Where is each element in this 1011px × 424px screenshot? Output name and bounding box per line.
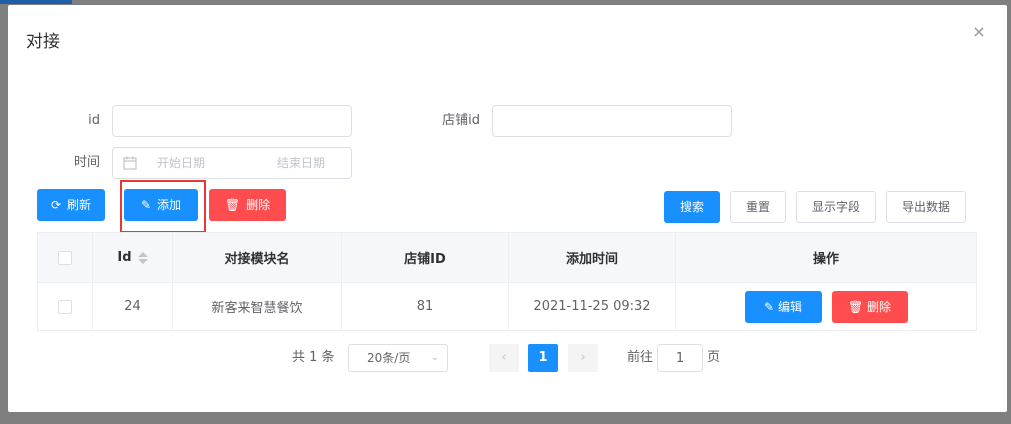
- end-date-input[interactable]: 结束日期: [277, 148, 325, 178]
- select-all-checkbox[interactable]: [58, 250, 72, 265]
- dialog: 对接 × id 店铺id 时间 开始日期 结束日期 ⟳ 刷新 ✎ 添加 🗑 删除 搜索…: [8, 5, 1007, 412]
- row-delete-button[interactable]: 🗑 删除: [831, 290, 908, 323]
- close-icon[interactable]: ×: [970, 23, 988, 41]
- export-button[interactable]: 导出数据: [886, 191, 966, 223]
- total-count: 共 1 条: [292, 350, 335, 365]
- dialog-title: 对接: [26, 32, 60, 52]
- reset-button[interactable]: 重置: [730, 191, 786, 223]
- page-size-select[interactable]: 20条/页 ⌄: [348, 344, 448, 372]
- cell-added-time: 2021-11-25 09:32: [509, 283, 676, 330]
- refresh-icon: ⟳: [50, 198, 62, 212]
- header-id[interactable]: Id: [93, 233, 173, 282]
- table-row: 24 新客来智慧餐饮 81 2021-11-25 09:32 ✎ 编辑 🗑 删除: [38, 283, 976, 330]
- cell-id: 24: [93, 283, 173, 330]
- goto-page-input[interactable]: [657, 344, 703, 372]
- highlight-frame: [120, 180, 206, 233]
- delete-button[interactable]: 🗑 删除: [209, 189, 286, 221]
- cell-store-id: 81: [342, 283, 509, 330]
- store-id-input[interactable]: [492, 105, 732, 137]
- trash-icon: 🗑: [847, 299, 864, 314]
- background-header-strip: [0, 0, 72, 4]
- header-actions: 操作: [812, 252, 839, 267]
- store-id-label: 店铺id: [442, 113, 480, 128]
- row-edit-button[interactable]: ✎ 编辑: [744, 290, 822, 323]
- data-table: Id 对接模块名 店铺ID 添加时间 操作 24 新客来智慧餐饮 81 2021…: [37, 232, 977, 331]
- goto-label: 前往: [627, 350, 654, 365]
- page-suffix: 页: [707, 350, 721, 365]
- date-range-picker[interactable]: 开始日期 结束日期: [112, 147, 352, 179]
- table-header: Id 对接模块名 店铺ID 添加时间 操作: [38, 233, 976, 283]
- columns-button[interactable]: 显示字段: [796, 191, 876, 223]
- header-checkbox-cell: [38, 233, 93, 282]
- start-date-input[interactable]: 开始日期: [157, 148, 205, 178]
- header-added-time: 添加时间: [509, 233, 676, 282]
- row-checkbox[interactable]: [58, 299, 72, 314]
- refresh-button[interactable]: ⟳ 刷新: [37, 189, 105, 221]
- prev-page-button[interactable]: ‹: [489, 344, 519, 372]
- cell-module: 新客来智慧餐饮: [173, 283, 342, 330]
- id-input[interactable]: [112, 105, 352, 137]
- cell-actions: ✎ 编辑 🗑 删除: [676, 283, 976, 330]
- trash-icon: 🗑: [224, 198, 241, 212]
- edit-icon: ✎: [764, 299, 775, 314]
- page-1-button[interactable]: 1: [528, 344, 558, 372]
- header-store-id: 店铺ID: [342, 233, 509, 282]
- calendar-icon: [123, 156, 137, 170]
- header-module: 对接模块名: [173, 233, 342, 282]
- sort-icon[interactable]: [137, 251, 148, 264]
- search-button[interactable]: 搜索: [664, 191, 720, 223]
- time-label: 时间: [73, 155, 100, 170]
- next-page-button[interactable]: ›: [568, 344, 598, 372]
- row-checkbox-cell: [38, 283, 93, 330]
- chevron-down-icon: ⌄: [430, 352, 439, 363]
- id-label: id: [88, 113, 100, 128]
